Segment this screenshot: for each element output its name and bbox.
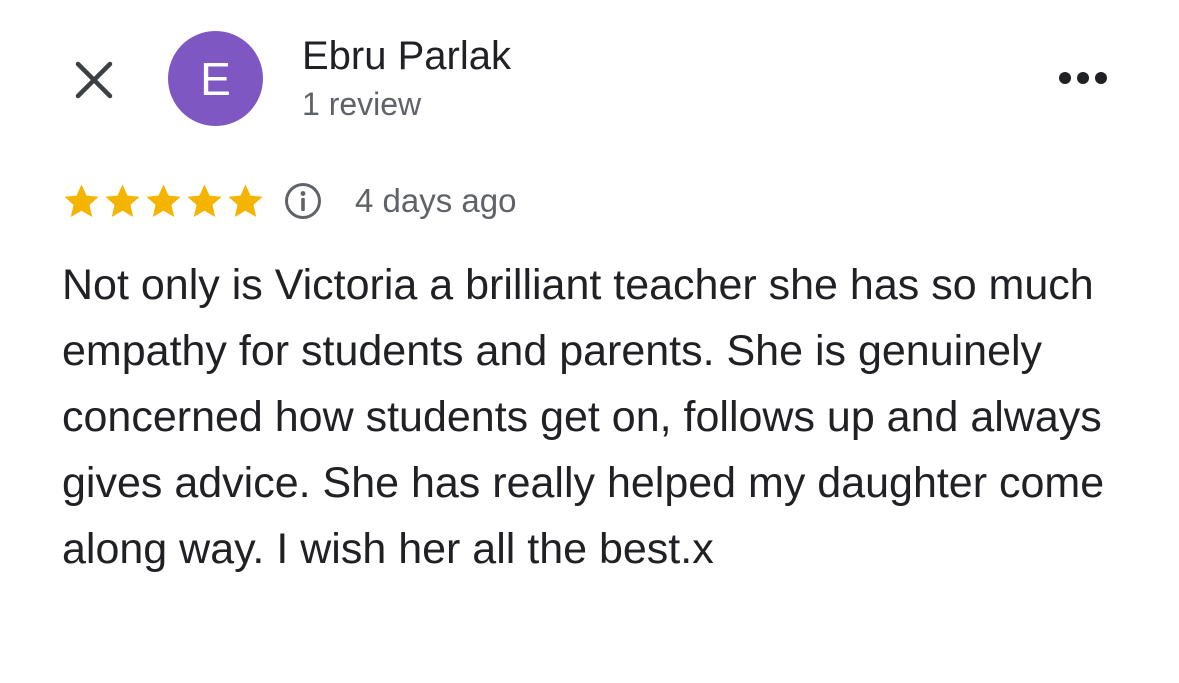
close-icon	[75, 61, 113, 99]
star-icon	[146, 183, 181, 217]
star-icon	[105, 183, 140, 217]
review-meta: 4 days ago	[62, 176, 516, 226]
star-icon	[187, 183, 222, 217]
star-icon	[228, 183, 263, 217]
star-icon	[64, 183, 99, 217]
star-rating	[62, 182, 265, 221]
avatar-initial: E	[200, 52, 231, 105]
reviewer-review-count: 1 review	[302, 86, 422, 122]
more-horizontal-icon	[1059, 72, 1107, 84]
review-date: 4 days ago	[355, 182, 517, 219]
info-button[interactable]	[283, 181, 323, 221]
reviewer-name[interactable]: Ebru Parlak	[302, 34, 511, 79]
info-icon	[285, 183, 321, 219]
review-text: Not only is Victoria a brilliant teacher…	[62, 261, 1105, 573]
avatar[interactable]: E	[168, 31, 263, 126]
more-options-button[interactable]	[1048, 56, 1118, 100]
close-button[interactable]	[66, 52, 122, 108]
